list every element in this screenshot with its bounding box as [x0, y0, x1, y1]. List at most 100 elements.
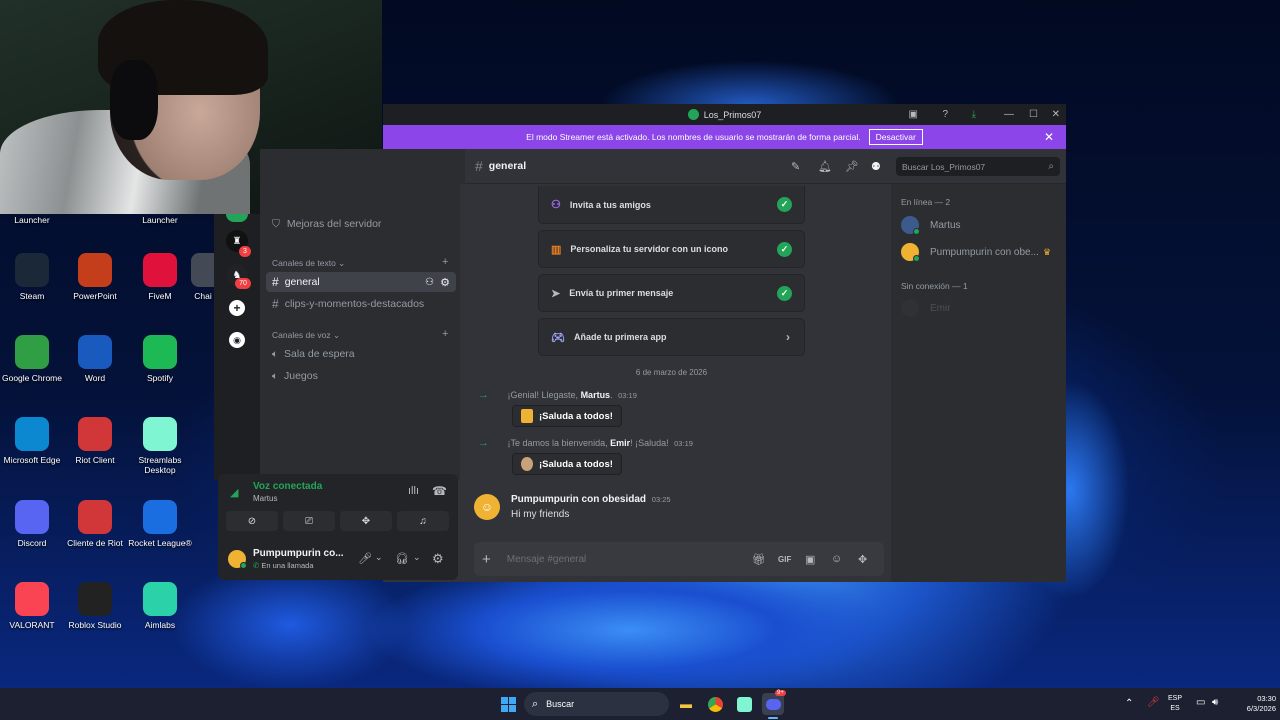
gift-icon[interactable]: 🎁︎ [752, 553, 766, 566]
desktop-launcher-label[interactable]: Launcher [128, 215, 192, 225]
desktop-icon[interactable]: Spotify [128, 335, 192, 383]
search-box[interactable]: Buscar Los_Primos07 ⌕ [896, 157, 1060, 176]
camera-button[interactable]: ⊘ [226, 511, 278, 531]
desktop-icon[interactable]: FiveM [128, 253, 192, 301]
language-indicator[interactable]: ESP ES [1168, 694, 1182, 714]
gear-icon[interactable]: ⚙ [440, 276, 450, 289]
sticker-icon[interactable]: ▣ [805, 553, 815, 566]
wave-button[interactable]: ¡Saluda a todos! [512, 453, 622, 475]
add-attachment-icon[interactable]: + [482, 551, 491, 568]
category-voice[interactable]: Canales de voz ⌄ [272, 330, 340, 341]
activities-button[interactable]: ✥ [340, 511, 392, 531]
member-item[interactable]: Pumpumpurin con obe... ♛ [901, 242, 1051, 262]
disconnect-icon[interactable]: ☎ [432, 484, 447, 498]
chevron-up-icon[interactable]: ⌃ [1125, 698, 1133, 709]
member-item[interactable]: Emir [901, 298, 951, 318]
avatar [901, 299, 919, 317]
streamlabs-icon[interactable] [733, 693, 755, 715]
add-channel-icon[interactable]: + [442, 328, 448, 340]
banner-close-icon[interactable]: ✕ [1044, 130, 1054, 144]
fivem-icon [143, 253, 177, 287]
network-icon[interactable]: ▭ [1196, 697, 1205, 708]
channel-general[interactable]: # general ⚇ ⚙ [266, 272, 456, 292]
start-icon[interactable] [497, 693, 519, 715]
avatar[interactable]: ☺ [474, 494, 500, 520]
noise-icon[interactable]: ıllı [408, 485, 419, 497]
invite-icon[interactable]: ⚇ [425, 277, 434, 288]
headphones-icon[interactable]: 🎧︎ [395, 552, 409, 565]
minimize-icon[interactable]: — [1004, 109, 1014, 120]
chevron-down-icon[interactable]: ⌄ [413, 552, 421, 563]
voice-channel-waiting[interactable]: 🔈︎ Sala de espera [266, 344, 456, 364]
file-explorer-icon[interactable]: ▬ [675, 693, 697, 715]
emoji-icon[interactable]: ☺ [831, 553, 842, 565]
mic-icon[interactable]: 🎤︎ [1147, 697, 1160, 708]
discord-icon[interactable] [762, 693, 784, 715]
channel-clips[interactable]: # clips-y-momentos-destacados [266, 294, 456, 314]
member-item[interactable]: Martus [901, 215, 961, 235]
checklist-card-invite[interactable]: ⚇ Invita a tus amigos ✓ [538, 186, 805, 224]
chai-icon [191, 253, 215, 287]
author-name[interactable]: Pumpumpurin con obesidad [511, 494, 646, 505]
explore-icon[interactable]: ◉ [229, 332, 245, 348]
join-text: ¡Genial! Llegaste, [507, 390, 581, 400]
avatar [901, 216, 920, 235]
chrome-icon[interactable] [704, 693, 726, 715]
checklist-card-icon[interactable]: ▥ Personaliza tu servidor con un icono ✓ [538, 230, 805, 268]
maximize-icon[interactable]: ☐ [1029, 109, 1038, 120]
screen-share-button[interactable]: ⎚ [283, 511, 335, 531]
bell-icon[interactable]: 🔔︎ [818, 160, 832, 173]
add-server-icon[interactable]: + [229, 300, 245, 316]
apps-icon[interactable]: ✥ [858, 553, 867, 566]
desktop-icon[interactable]: VALORANT [0, 582, 64, 630]
volume-icon[interactable]: 🔊︎ [1212, 697, 1218, 708]
mic-icon[interactable]: 🎤︎ [358, 552, 372, 565]
download-icon[interactable]: ⤓ [972, 109, 976, 120]
add-channel-icon[interactable]: + [442, 256, 448, 268]
desktop-icon[interactable]: Roblox Studio [63, 582, 127, 630]
aimlabs-icon [143, 582, 177, 616]
taskbar-search[interactable]: ⌕ Buscar [524, 692, 669, 716]
desktop-icon[interactable]: Chai [191, 253, 215, 301]
checklist-card-message[interactable]: ➤ Envía tu primer mensaje ✓ [538, 274, 805, 312]
category-text-label: Canales de texto [272, 258, 336, 268]
desktop-icon[interactable]: PowerPoint [63, 253, 127, 301]
settings-icon[interactable]: ⚙ [432, 551, 444, 567]
clock[interactable]: 03:30 6/3/2026 [1232, 694, 1276, 714]
taskbar-active-indicator [768, 717, 778, 719]
join-user[interactable]: Martus [581, 390, 611, 400]
desktop-icon[interactable]: Rocket League® [128, 500, 192, 548]
server-boost-item[interactable]: ⛉ Mejoras del servidor [266, 214, 456, 234]
desktop-icon[interactable]: Google Chrome [0, 335, 64, 383]
join-user[interactable]: Emir [610, 438, 630, 448]
voice-channel[interactable]: Martus [253, 494, 277, 503]
voice-channel-games[interactable]: 🔈︎ Juegos [266, 366, 456, 386]
message-composer[interactable]: + Mensaje #general 🎁︎ GIF ▣ ☺ ✥ [474, 542, 884, 576]
desktop-icon[interactable]: Aimlabs [128, 582, 192, 630]
soundboard-button[interactable]: ♫ [397, 511, 449, 531]
server-icon[interactable] [226, 214, 248, 222]
chat-header: # general ✎ 🔔︎ 📌︎ ⚉ Buscar Los_Primos07 … [465, 149, 1066, 184]
desktop-icon[interactable]: Streamlabs Desktop [128, 417, 192, 475]
pin-icon[interactable]: 📌︎ [845, 160, 859, 173]
desktop-launcher-label[interactable]: Launcher [0, 215, 64, 225]
desktop-icon[interactable]: Microsoft Edge [0, 417, 64, 465]
close-icon[interactable]: ✕ [1052, 109, 1060, 120]
chevron-down-icon[interactable]: ⌄ [375, 552, 383, 563]
category-text[interactable]: Canales de texto ⌄ [272, 258, 345, 269]
members-icon[interactable]: ⚉ [871, 160, 881, 173]
help-icon[interactable]: ? [942, 109, 948, 120]
desktop-icon[interactable]: Steam [0, 253, 64, 301]
threads-icon[interactable]: ✎ [791, 160, 800, 173]
deactivate-button[interactable]: Desactivar [868, 129, 923, 145]
search-icon: ⌕ [1048, 161, 1054, 172]
user-name[interactable]: Pumpumpurin co... [253, 548, 344, 559]
gif-icon[interactable]: GIF [778, 555, 791, 564]
desktop-icon[interactable]: Word [63, 335, 127, 383]
desktop-icon[interactable]: Cliente de Riot [63, 500, 127, 548]
wave-button[interactable]: ¡Saluda a todos! [512, 405, 622, 427]
desktop-icon[interactable]: Discord [0, 500, 64, 548]
checklist-card-app[interactable]: 🎮︎ Añade tu primera app › [538, 318, 805, 356]
inbox-icon[interactable]: ▣ [909, 109, 918, 120]
desktop-icon[interactable]: Riot Client [63, 417, 127, 465]
